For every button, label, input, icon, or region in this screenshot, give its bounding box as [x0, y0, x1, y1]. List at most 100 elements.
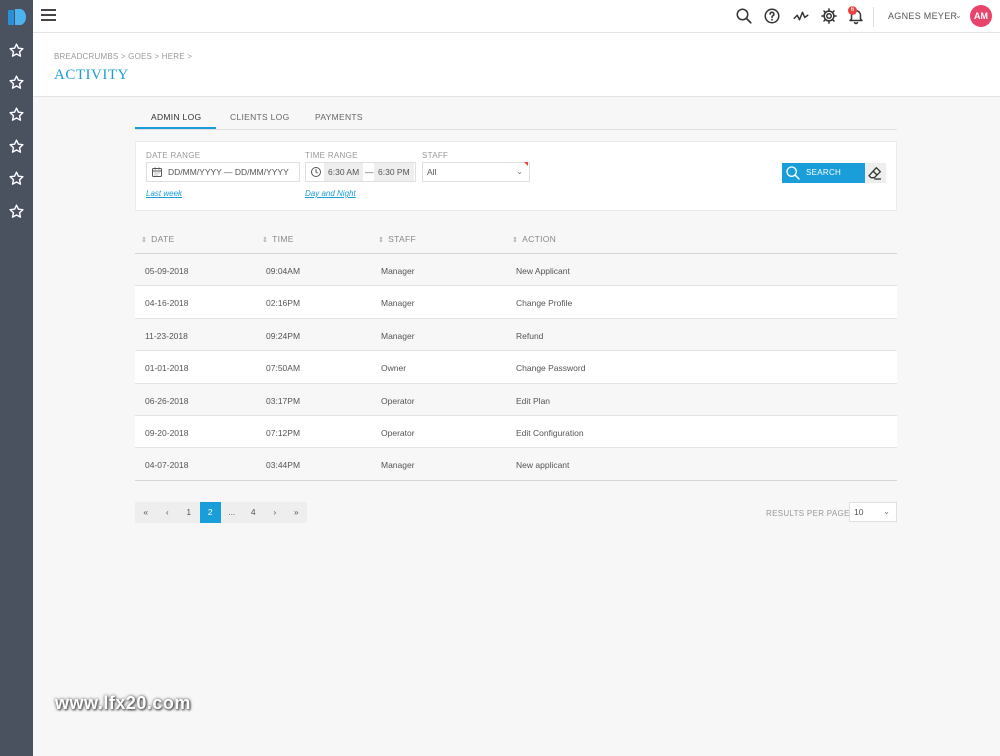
table-row[interactable]: 11-23-2018 09:24PM Manager Refund [135, 319, 897, 352]
sidebar-favorite-3[interactable] [8, 106, 25, 123]
table-cell-date: 09-20-2018 [145, 427, 189, 438]
notification-badge: 6 [848, 6, 857, 15]
search-icon [786, 166, 800, 180]
table-cell-action: Edit Plan [516, 395, 551, 406]
settings-gear-icon[interactable] [820, 7, 838, 25]
table-body: 05-09-2018 09:04AM Manager New Applicant 04-… [135, 254, 897, 481]
sidebar-favorite-5[interactable] [8, 170, 25, 187]
table-cell-date: 04-16-2018 [145, 298, 189, 309]
date-range-input[interactable]: DD/MM/YYYY — DD/MM/YYYY [146, 162, 300, 182]
sidebar-favorite-1[interactable] [8, 42, 25, 59]
table-row[interactable]: 04-07-2018 03:44PM Manager New applicant [135, 448, 897, 481]
app-logo-icon[interactable] [7, 7, 27, 27]
sidebar-favorite-6[interactable] [8, 203, 25, 220]
page-title: ACTIVITY [54, 67, 129, 83]
staff-select[interactable]: All ⌄ [422, 162, 530, 182]
results-per-page-value: 10 [854, 507, 864, 517]
table-cell-time: 03:17PM [266, 395, 301, 406]
avatar[interactable]: AM [970, 5, 992, 27]
results-per-page-select[interactable]: 10 ⌄ [849, 502, 897, 522]
table-header: ⇕ DATE ⇕ TIME ⇕ STAFF ⇕ ACTION [135, 224, 897, 254]
table-row[interactable]: 06-26-2018 03:17PM Operator Edit Plan [135, 384, 897, 416]
table-cell-time: 09:04AM [266, 266, 301, 276]
star-icon [9, 75, 24, 89]
time-from-value[interactable]: 6:30 AM [324, 163, 364, 181]
table-cell-time: 07:50AM [266, 363, 301, 374]
time-range-input[interactable]: 6:30 AM — 6:30 PM [305, 162, 416, 182]
table-cell-staff: Operator [381, 427, 415, 438]
last-week-link[interactable]: Last week [146, 189, 182, 198]
table-cell-staff: Operator [381, 395, 415, 406]
staff-required-marker [524, 162, 528, 166]
clear-filters-button[interactable] [865, 163, 886, 183]
table-cell-staff: Owner [381, 363, 407, 374]
table-cell-date: 04-07-2018 [145, 460, 189, 471]
page-2-button[interactable]: 2 [199, 502, 221, 523]
search-button[interactable]: SEARCH [782, 163, 865, 183]
staff-select-value: All [427, 167, 437, 177]
table-cell-time: 03:44PM [266, 460, 301, 471]
breadcrumb[interactable]: BREADCRUMBS > GOES > HERE > [54, 52, 192, 61]
star-icon [9, 107, 24, 121]
search-button-label: SEARCH [806, 168, 842, 177]
help-icon[interactable] [763, 7, 781, 25]
table-cell-date: 06-26-2018 [145, 395, 189, 406]
activity-icon[interactable] [792, 7, 810, 25]
star-icon [9, 171, 24, 185]
topbar-divider [873, 7, 874, 27]
day-and-night-link[interactable]: Day and Night [305, 189, 356, 198]
results-per-page-label: RESULTS PER PAGE [766, 509, 850, 518]
table-cell-action: Change Profile [516, 298, 573, 309]
chevron-down-icon[interactable]: ⌄ [955, 11, 962, 20]
column-header-action[interactable]: ⇕ ACTION [512, 234, 556, 244]
menu-icon[interactable] [41, 9, 56, 22]
sort-icon: ⇕ [378, 237, 385, 244]
active-tab-indicator [135, 127, 216, 129]
table-cell-time: 02:16PM [266, 298, 301, 309]
tab-clients-log[interactable]: CLIENTS LOG [230, 112, 290, 122]
page-4-button[interactable]: 4 [243, 502, 265, 523]
tab-payments[interactable]: PAYMENTS [315, 112, 363, 122]
sidebar-favorite-2[interactable] [8, 74, 25, 91]
table-cell-date: 11-23-2018 [145, 330, 188, 341]
table-row[interactable]: 01-01-2018 07:50AM Owner Change Password [135, 351, 897, 384]
page-ellipsis: ... [228, 507, 236, 517]
page-header: BREADCRUMBS > GOES > HERE > ACTIVITY [33, 33, 1000, 97]
next-page-button[interactable]: › [264, 502, 286, 523]
chevron-down-icon: ⌄ [516, 167, 523, 176]
sort-icon: ⇕ [262, 237, 269, 244]
table-cell-date: 01-01-2018 [145, 363, 189, 374]
star-icon [9, 139, 24, 153]
column-header-staff[interactable]: ⇕ STAFF [378, 234, 416, 244]
chevron-down-icon: ⌄ [883, 507, 890, 516]
page-1-button[interactable]: 1 [178, 502, 200, 523]
search-icon[interactable] [735, 7, 753, 25]
table-row[interactable]: 09-20-2018 07:12PM Operator Edit Configurat… [135, 415, 897, 449]
eraser-icon [868, 167, 881, 180]
tab-bar: ADMIN LOG CLIENTS LOG PAYMENTS [135, 110, 897, 130]
sidebar [0, 0, 33, 756]
table-cell-action: New Applicant [516, 266, 570, 276]
time-separator: — [365, 167, 374, 177]
date-range-label: DATE RANGE [146, 151, 201, 160]
user-name[interactable]: AGNES MEYER [888, 11, 957, 21]
activity-table: ⇕ DATE ⇕ TIME ⇕ STAFF ⇕ ACTION 05-09-2018 09:… [135, 224, 897, 481]
prev-page-button[interactable]: ‹ [157, 502, 179, 523]
table-row[interactable]: 04-16-2018 02:16PM Manager Change Profile [135, 286, 897, 319]
time-to-value[interactable]: 6:30 PM [374, 163, 414, 181]
staff-label: STAFF [422, 151, 449, 160]
top-bar: 6 AGNES MEYER ⌄ AM [33, 0, 1000, 33]
filter-panel: DATE RANGE DD/MM/YYYY — DD/MM/YYYY Last … [135, 141, 897, 211]
star-icon [9, 204, 24, 218]
star-icon [9, 43, 24, 57]
sidebar-favorite-4[interactable] [8, 138, 25, 155]
first-page-button[interactable]: « [135, 502, 157, 523]
column-header-time[interactable]: ⇕ TIME [262, 234, 294, 244]
last-page-button[interactable]: » [286, 502, 308, 523]
sort-icon: ⇕ [512, 237, 519, 244]
table-cell-action: Edit Configuration [516, 427, 584, 438]
table-cell-staff: Manager [381, 330, 415, 341]
table-row[interactable]: 05-09-2018 09:04AM Manager New Applicant [135, 254, 897, 287]
column-header-date[interactable]: ⇕ DATE [141, 234, 174, 244]
tab-admin-log[interactable]: ADMIN LOG [151, 112, 201, 122]
